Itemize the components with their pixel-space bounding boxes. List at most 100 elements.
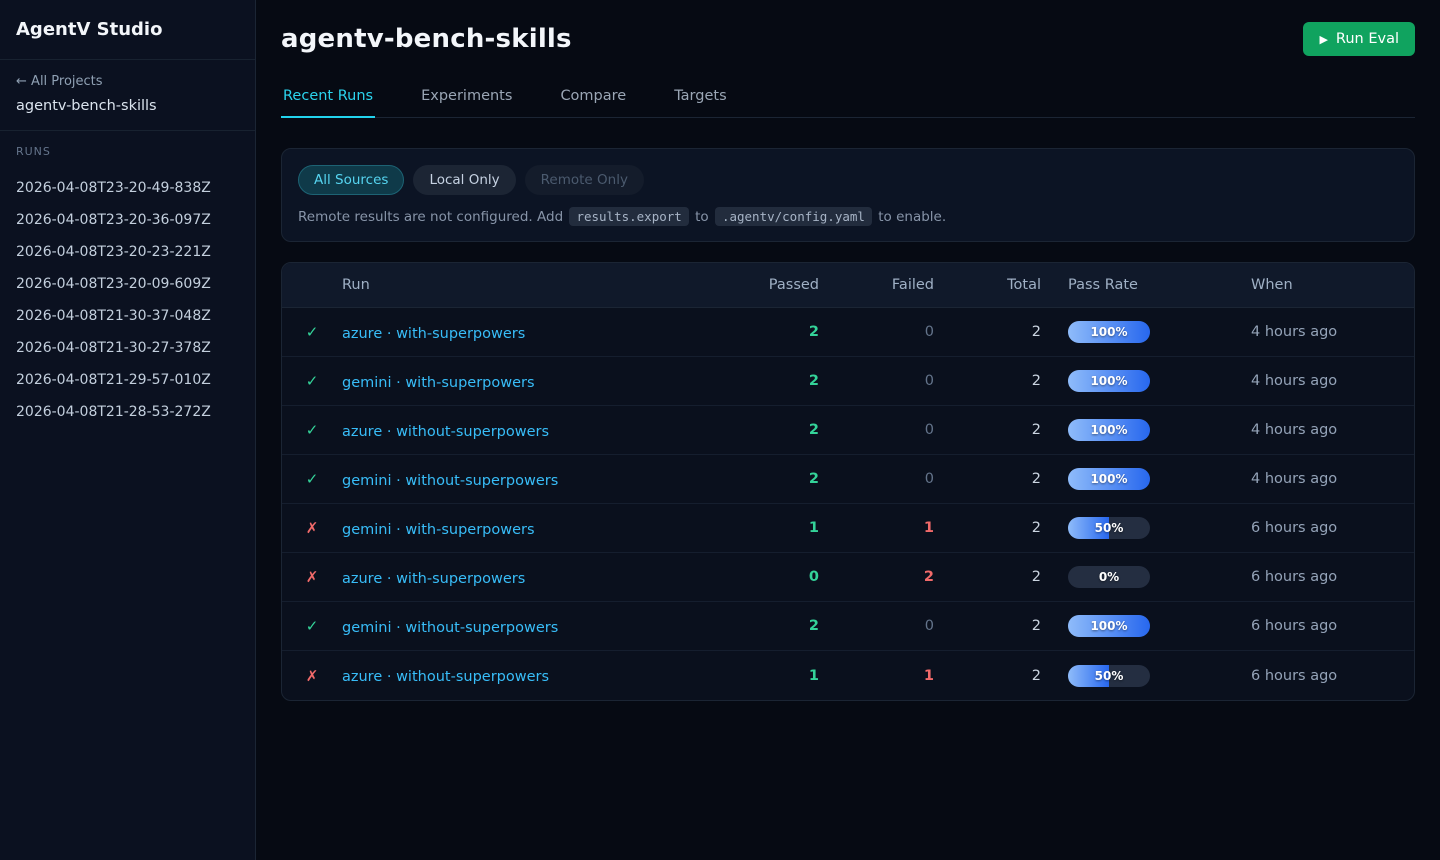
when-label: 4 hours ago xyxy=(1251,471,1414,487)
pass-rate-label: 100% xyxy=(1068,419,1150,441)
filter-all-sources[interactable]: All Sources xyxy=(298,165,404,195)
when-label: 4 hours ago xyxy=(1251,373,1414,389)
pass-rate-label: 100% xyxy=(1068,468,1150,490)
tab-targets[interactable]: Targets xyxy=(672,84,728,117)
sidebar-project-section: ← All Projects agentv-bench-skills xyxy=(0,60,255,131)
pass-rate-pill: 100% xyxy=(1068,321,1150,343)
sidebar-runs-section: RUNS 2026-04-08T23-20-49-838Z 2026-04-08… xyxy=(0,131,255,442)
passed-count: 2 xyxy=(729,618,819,634)
failed-count: 0 xyxy=(819,471,934,487)
pass-rate-label: 0% xyxy=(1068,566,1150,588)
passed-count: 2 xyxy=(729,422,819,438)
fail-icon: ✗ xyxy=(282,667,342,685)
sidebar-run-item[interactable]: 2026-04-08T21-29-57-010Z xyxy=(16,364,239,396)
table-row[interactable]: ✗ azure · without-superpowers 1 1 2 50% … xyxy=(282,651,1414,700)
run-link[interactable]: gemini · with-superpowers xyxy=(342,522,535,538)
pass-rate-label: 100% xyxy=(1068,370,1150,392)
pass-icon: ✓ xyxy=(282,421,342,439)
col-pass-rate: Pass Rate xyxy=(1041,277,1251,293)
pass-rate-pill: 0% xyxy=(1068,566,1150,588)
sidebar-run-item[interactable]: 2026-04-08T23-20-49-838Z xyxy=(16,172,239,204)
run-link[interactable]: azure · without-superpowers xyxy=(342,669,549,685)
table-row[interactable]: ✓ azure · without-superpowers 2 0 2 100%… xyxy=(282,406,1414,455)
col-when: When xyxy=(1251,277,1414,293)
tab-compare[interactable]: Compare xyxy=(558,84,628,117)
sidebar-run-item[interactable]: 2026-04-08T23-20-09-609Z xyxy=(16,268,239,300)
pass-icon: ✓ xyxy=(282,617,342,635)
table-row[interactable]: ✓ gemini · with-superpowers 2 0 2 100% 4… xyxy=(282,357,1414,406)
app-window: AgentV Studio ← All Projects agentv-benc… xyxy=(0,0,1440,860)
sidebar-run-item[interactable]: 2026-04-08T21-30-37-048Z xyxy=(16,300,239,332)
total-count: 2 xyxy=(934,324,1041,340)
runs-table: Run Passed Failed Total Pass Rate When ✓… xyxy=(281,262,1415,701)
sidebar-header: AgentV Studio xyxy=(0,0,255,60)
when-label: 4 hours ago xyxy=(1251,324,1414,340)
passed-count: 2 xyxy=(729,324,819,340)
run-list: 2026-04-08T23-20-49-838Z 2026-04-08T23-2… xyxy=(16,172,239,428)
pass-rate-pill: 100% xyxy=(1068,370,1150,392)
failed-count: 0 xyxy=(819,618,934,634)
run-link[interactable]: gemini · with-superpowers xyxy=(342,375,535,391)
table-row[interactable]: ✓ gemini · without-superpowers 2 0 2 100… xyxy=(282,455,1414,504)
pass-icon: ✓ xyxy=(282,372,342,390)
table-header-row: Run Passed Failed Total Pass Rate When xyxy=(282,263,1414,308)
pass-rate-pill: 50% xyxy=(1068,665,1150,687)
table-body: ✓ azure · with-superpowers 2 0 2 100% 4 … xyxy=(282,308,1414,700)
sidebar-run-item[interactable]: 2026-04-08T23-20-23-221Z xyxy=(16,236,239,268)
table-row[interactable]: ✗ azure · with-superpowers 0 2 2 0% 6 ho… xyxy=(282,553,1414,602)
main-content: agentv-bench-skills ▶ Run Eval Recent Ru… xyxy=(256,0,1440,860)
total-count: 2 xyxy=(934,520,1041,536)
project-name: agentv-bench-skills xyxy=(16,98,239,114)
passed-count: 1 xyxy=(729,520,819,536)
total-count: 2 xyxy=(934,569,1041,585)
sidebar: AgentV Studio ← All Projects agentv-benc… xyxy=(0,0,256,860)
sidebar-run-item[interactable]: 2026-04-08T23-20-36-097Z xyxy=(16,204,239,236)
when-label: 6 hours ago xyxy=(1251,618,1414,634)
filter-remote-only[interactable]: Remote Only xyxy=(525,165,644,195)
pass-icon: ✓ xyxy=(282,323,342,341)
when-label: 6 hours ago xyxy=(1251,520,1414,536)
table-row[interactable]: ✗ gemini · with-superpowers 1 1 2 50% 6 … xyxy=(282,504,1414,553)
run-link[interactable]: gemini · without-superpowers xyxy=(342,473,558,489)
col-failed: Failed xyxy=(819,277,934,293)
sidebar-run-item[interactable]: 2026-04-08T21-28-53-272Z xyxy=(16,396,239,428)
tab-bar: Recent Runs Experiments Compare Targets xyxy=(281,84,1415,118)
all-projects-label: All Projects xyxy=(31,74,103,89)
filter-local-only[interactable]: Local Only xyxy=(413,165,515,195)
run-eval-button[interactable]: ▶ Run Eval xyxy=(1303,22,1415,56)
app-title: AgentV Studio xyxy=(16,19,239,40)
passed-count: 2 xyxy=(729,373,819,389)
tab-experiments[interactable]: Experiments xyxy=(419,84,514,117)
note-suffix: to enable. xyxy=(878,209,946,225)
note-prefix: Remote results are not configured. Add xyxy=(298,209,563,225)
pass-rate-label: 100% xyxy=(1068,615,1150,637)
col-total: Total xyxy=(934,277,1041,293)
failed-count: 1 xyxy=(819,668,934,684)
fail-icon: ✗ xyxy=(282,568,342,586)
run-link[interactable]: azure · with-superpowers xyxy=(342,326,525,342)
run-link[interactable]: azure · with-superpowers xyxy=(342,571,525,587)
col-run: Run xyxy=(342,277,729,293)
passed-count: 1 xyxy=(729,668,819,684)
table-row[interactable]: ✓ azure · with-superpowers 2 0 2 100% 4 … xyxy=(282,308,1414,357)
source-filter-pills: All Sources Local Only Remote Only xyxy=(298,165,1398,195)
total-count: 2 xyxy=(934,373,1041,389)
pass-rate-pill: 100% xyxy=(1068,419,1150,441)
total-count: 2 xyxy=(934,471,1041,487)
play-icon: ▶ xyxy=(1319,33,1327,46)
failed-count: 2 xyxy=(819,569,934,585)
tab-recent-runs[interactable]: Recent Runs xyxy=(281,84,375,117)
total-count: 2 xyxy=(934,618,1041,634)
table-row[interactable]: ✓ gemini · without-superpowers 2 0 2 100… xyxy=(282,602,1414,651)
code-results-export: results.export xyxy=(569,207,688,226)
run-link[interactable]: gemini · without-superpowers xyxy=(342,620,558,636)
failed-count: 0 xyxy=(819,373,934,389)
pass-rate-pill: 100% xyxy=(1068,615,1150,637)
total-count: 2 xyxy=(934,422,1041,438)
sidebar-run-item[interactable]: 2026-04-08T21-30-27-378Z xyxy=(16,332,239,364)
when-label: 6 hours ago xyxy=(1251,569,1414,585)
all-projects-link[interactable]: ← All Projects xyxy=(16,74,239,89)
back-arrow-icon: ← xyxy=(16,74,27,89)
failed-count: 0 xyxy=(819,324,934,340)
run-link[interactable]: azure · without-superpowers xyxy=(342,424,549,440)
